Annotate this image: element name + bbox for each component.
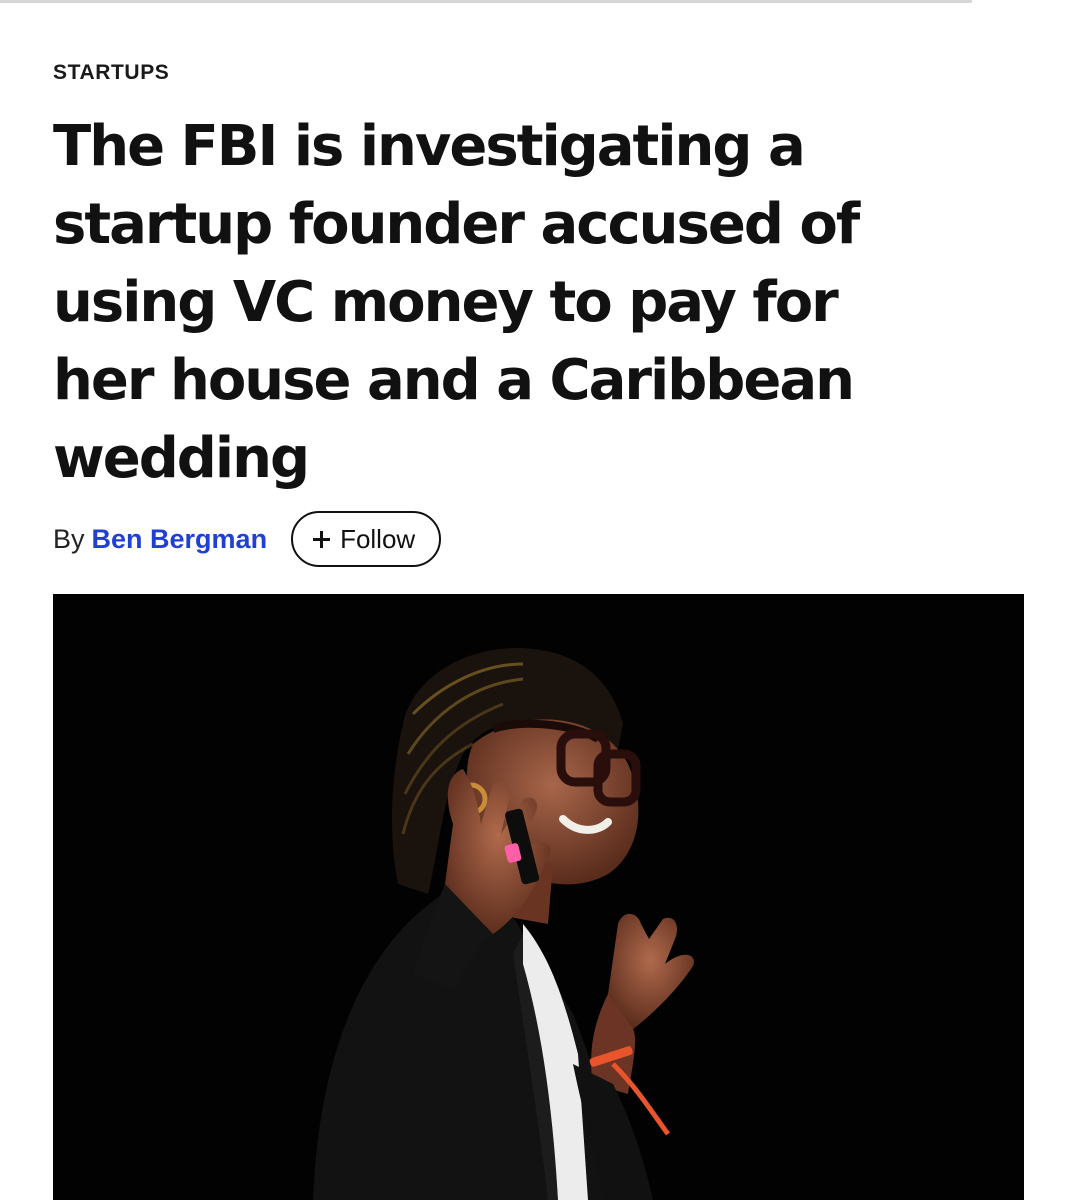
author-link[interactable]: Ben Bergman [92,524,268,555]
follow-button-label: Follow [340,523,416,554]
follow-button[interactable]: Follow [291,511,442,567]
category-link[interactable]: STARTUPS [53,61,169,85]
byline: By Ben Bergman Follow [53,510,442,568]
top-divider [0,0,972,3]
speaker-illustration [53,594,1024,1200]
byline-prefix: By [53,523,85,554]
plus-icon [313,530,331,548]
article-headline: The FBI is investigating a startup found… [53,114,860,491]
hero-photo [53,594,1024,1200]
